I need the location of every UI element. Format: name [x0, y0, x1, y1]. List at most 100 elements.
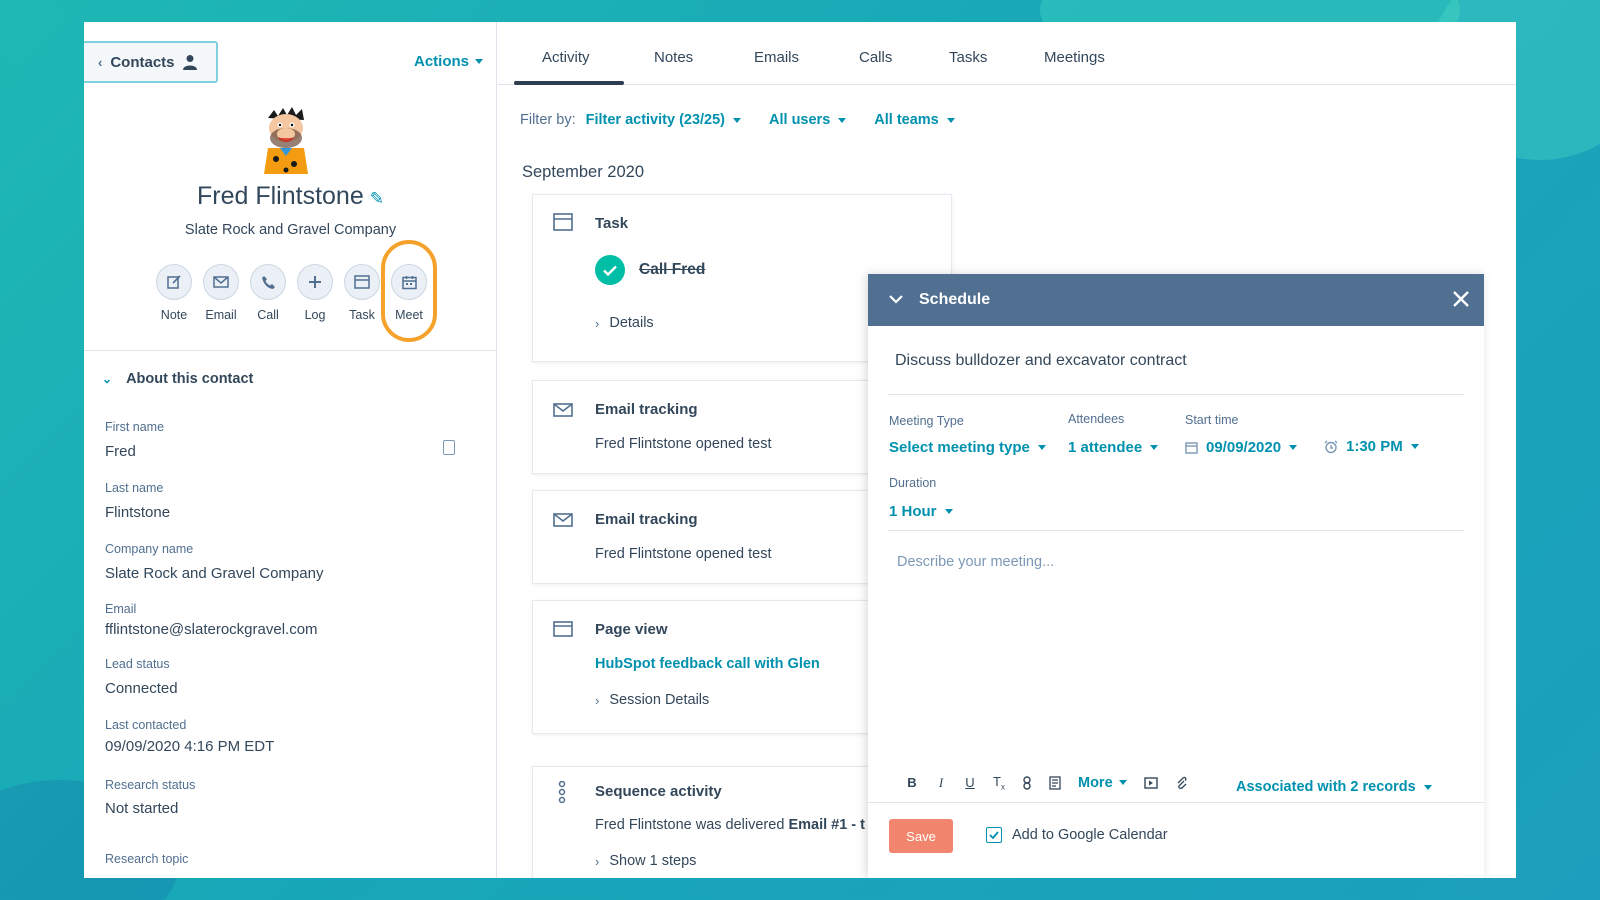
meeting-type-dropdown[interactable]: Select meeting type: [889, 439, 1046, 456]
caret-down-icon: [1150, 445, 1159, 450]
prop-value-email[interactable]: fflintstone@slaterockgravel.com: [105, 621, 318, 638]
meeting-type-value: Select meeting type: [889, 439, 1030, 456]
clear-formatting-icon[interactable]: Tx: [993, 774, 1005, 792]
copy-icon[interactable]: [443, 440, 455, 455]
caret-down-icon: [1118, 780, 1127, 786]
about-section-toggle[interactable]: ⌄ About this contact: [102, 371, 253, 387]
start-time-dropdown[interactable]: 1:30 PM: [1324, 438, 1419, 455]
prop-value-last-name[interactable]: Flintstone: [105, 504, 170, 521]
tab-emails[interactable]: Emails: [754, 49, 799, 66]
pencil-icon[interactable]: ✎: [370, 189, 384, 208]
filter-teams-dropdown[interactable]: All teams: [874, 112, 955, 128]
contact-name: Fred Flintstone ✎: [84, 182, 497, 211]
filter-activity-dropdown[interactable]: Filter activity (23/25): [586, 112, 742, 128]
start-date-dropdown[interactable]: 09/09/2020: [1185, 439, 1298, 456]
chevron-left-icon: ‹: [98, 54, 103, 70]
schedule-header: Schedule: [868, 274, 1484, 326]
tab-notes[interactable]: Notes: [654, 49, 693, 66]
quick-action-log[interactable]: Log: [291, 264, 339, 322]
contact-avatar: [264, 107, 308, 174]
chevron-down-icon[interactable]: [888, 291, 904, 307]
quick-action-call[interactable]: Call: [244, 264, 292, 322]
save-button[interactable]: Save: [889, 819, 953, 853]
task-details-toggle[interactable]: › Details: [595, 315, 654, 331]
task-title[interactable]: Call Fred: [639, 261, 705, 279]
tab-calls[interactable]: Calls: [859, 49, 892, 66]
quick-action-email[interactable]: Email: [197, 264, 245, 322]
session-details-toggle[interactable]: › Session Details: [595, 692, 709, 708]
browser-window-icon: [553, 621, 573, 637]
email-icon: [553, 403, 573, 417]
contacts-label: Contacts: [110, 53, 175, 71]
prop-label-company: Company name: [105, 542, 194, 556]
bold-icon[interactable]: B: [906, 775, 918, 790]
note-icon: [156, 264, 192, 300]
show-steps-toggle[interactable]: › Show 1 steps: [595, 853, 696, 869]
attendees-dropdown[interactable]: 1 attendee: [1068, 439, 1159, 456]
prop-label-research-status: Research status: [105, 778, 196, 792]
divider: [84, 350, 497, 351]
attendees-value: 1 attendee: [1068, 439, 1143, 456]
sequence-text: Fred Flintstone was delivered: [595, 817, 785, 833]
caret-down-icon: [475, 59, 484, 64]
quick-action-label: Email: [205, 308, 237, 322]
caret-down-icon: [1289, 445, 1298, 450]
completed-check-icon[interactable]: [595, 255, 625, 285]
filter-label: Filter by:: [520, 112, 576, 128]
start-date-value: 09/09/2020: [1206, 439, 1282, 456]
google-calendar-checkbox[interactable]: Add to Google Calendar: [986, 827, 1168, 843]
chevron-down-icon: ⌄: [102, 372, 113, 386]
toolbar-more-dropdown[interactable]: More: [1078, 775, 1127, 791]
meeting-description-editor[interactable]: Describe your meeting...: [897, 554, 1054, 570]
quick-action-label: Note: [160, 308, 188, 322]
actions-dropdown[interactable]: Actions: [414, 53, 484, 70]
back-to-contacts-button[interactable]: ‹ Contacts: [84, 41, 218, 83]
caret-down-icon: [1037, 445, 1046, 450]
attachment-icon[interactable]: [1175, 776, 1187, 790]
prop-value-lead-status[interactable]: Connected: [105, 680, 178, 697]
link-icon[interactable]: [1022, 776, 1032, 790]
italic-icon[interactable]: I: [935, 775, 947, 791]
contact-company: Slate Rock and Gravel Company: [184, 222, 397, 238]
meeting-title-input[interactable]: Discuss bulldozer and excavator contract: [895, 352, 1187, 370]
page-view-link[interactable]: HubSpot feedback call with Glen: [595, 656, 820, 672]
card-type: Page view: [595, 621, 668, 638]
quick-action-note[interactable]: Note: [150, 264, 198, 322]
prop-label-email: Email: [105, 602, 137, 616]
call-icon: [250, 264, 286, 300]
contact-sidebar: ‹ Contacts Actions Fred Flintstone ✎ Slat…: [84, 22, 497, 878]
tab-activity[interactable]: Activity: [542, 49, 590, 66]
underline-icon[interactable]: U: [964, 775, 976, 790]
close-icon[interactable]: [1452, 290, 1470, 308]
tab-meetings[interactable]: Meetings: [1044, 49, 1105, 66]
prop-value-research-status[interactable]: Not started: [105, 800, 178, 817]
prop-value-first-name[interactable]: Fred: [105, 443, 136, 460]
caret-down-icon: [944, 509, 953, 514]
attendees-label: Attendees: [1068, 412, 1125, 426]
video-icon[interactable]: [1143, 777, 1158, 789]
person-icon: [182, 55, 197, 70]
duration-dropdown[interactable]: 1 Hour: [889, 503, 953, 520]
filter-users-dropdown[interactable]: All users: [769, 112, 847, 128]
chevron-right-icon: ›: [595, 315, 600, 331]
checkbox-checked-icon: [986, 827, 1002, 843]
prop-value-company[interactable]: Slate Rock and Gravel Company: [105, 565, 323, 582]
duration-value: 1 Hour: [889, 503, 937, 520]
card-type: Email tracking: [595, 401, 698, 418]
quick-action-task[interactable]: Task: [338, 264, 386, 322]
tab-tasks[interactable]: Tasks: [949, 49, 987, 66]
prop-label-first-name: First name: [105, 420, 165, 434]
about-title: About this contact: [126, 371, 254, 387]
more-label: More: [1078, 774, 1113, 791]
caret-down-icon: [1410, 444, 1419, 449]
schedule-footer: Save Add to Google Calendar: [868, 802, 1484, 878]
quick-action-label: Task: [349, 308, 375, 322]
caret-down-icon: [733, 117, 742, 123]
crm-window: ‹ Contacts Actions Fred Flintstone ✎ Slat…: [84, 22, 1516, 878]
associated-records-dropdown[interactable]: Associated with 2 records: [1236, 779, 1432, 795]
snippet-icon[interactable]: [1049, 776, 1061, 790]
quick-action-label: Log: [304, 308, 326, 322]
divider: [888, 394, 1464, 395]
show-steps-label: Show 1 steps: [609, 853, 697, 869]
schedule-title: Schedule: [919, 291, 991, 308]
